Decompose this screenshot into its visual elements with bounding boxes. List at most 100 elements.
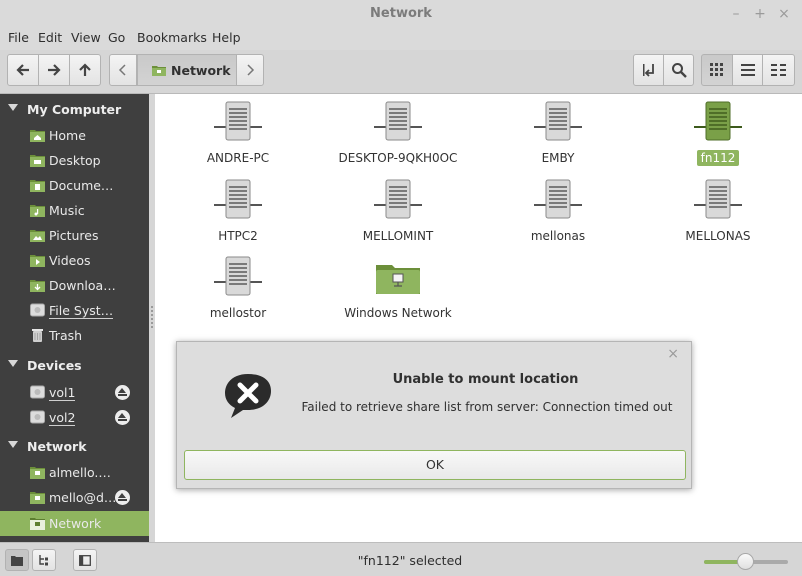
file-item-htpc2[interactable]: HTPC2 <box>173 172 303 243</box>
folder-icon <box>11 555 23 566</box>
eject-icon[interactable] <box>115 490 130 505</box>
menu-bookmarks[interactable]: Bookmarks <box>137 30 207 45</box>
sidebar-item-desktop[interactable]: Desktop <box>0 148 149 173</box>
ok-button[interactable]: OK <box>184 450 686 480</box>
dialog-message: Failed to retrieve share list from serve… <box>301 400 673 414</box>
file-item-mellostor[interactable]: mellostor <box>173 249 303 320</box>
menu-bar: File Edit View Go Bookmarks Help <box>0 28 802 50</box>
sidebar-item-videos[interactable]: Videos <box>0 248 149 273</box>
zoom-slider[interactable] <box>704 553 788 570</box>
menu-file[interactable]: File <box>8 30 29 45</box>
up-button[interactable] <box>69 54 101 86</box>
close-window-button[interactable]: × <box>775 5 793 23</box>
search-button[interactable] <box>663 54 694 86</box>
trash-icon <box>32 329 43 342</box>
file-item-andre-pc[interactable]: ANDRE-PC <box>173 94 303 165</box>
file-name: fn112 <box>653 150 783 166</box>
file-name: HTPC2 <box>218 229 258 243</box>
arrow-up-icon <box>79 63 91 76</box>
computer-server-icon <box>534 101 582 141</box>
minimize-button[interactable]: – <box>727 5 745 23</box>
forward-button[interactable] <box>38 54 70 86</box>
computer-server-icon <box>214 256 262 296</box>
sidebar-item-trash[interactable]: Trash <box>0 323 149 348</box>
pictures-folder-icon <box>30 230 45 242</box>
expander-arrow-icon <box>8 104 18 111</box>
sidebar-item-pictures[interactable]: Pictures <box>0 223 149 248</box>
file-item-desktop-9qkh0oc[interactable]: DESKTOP-9QKH0OC <box>333 94 463 165</box>
computer-server-icon <box>374 101 422 141</box>
menu-go[interactable]: Go <box>108 30 125 45</box>
location-crumb-network[interactable]: Network <box>137 54 237 86</box>
file-name: mellonas <box>530 229 586 243</box>
error-icon <box>225 374 271 418</box>
file-item-windows-network[interactable]: Windows Network <box>333 249 463 320</box>
network-folder-icon <box>376 265 420 294</box>
tree-icon <box>39 555 48 566</box>
sidebar-item-network-share-2[interactable]: mello@d… <box>0 485 149 510</box>
eject-icon[interactable] <box>115 410 130 425</box>
back-button[interactable] <box>7 54 39 86</box>
videos-folder-icon <box>30 255 45 267</box>
file-name: DESKTOP-9QKH0OC <box>338 151 458 165</box>
location-label: Network <box>171 62 231 78</box>
menu-view[interactable]: View <box>71 30 101 45</box>
path-scroll-right-button[interactable] <box>236 54 264 86</box>
sidebar-section-network[interactable]: Network <box>0 433 149 459</box>
file-item-emby[interactable]: EMBY <box>493 94 623 165</box>
documents-folder-icon <box>30 180 45 192</box>
arrow-right-icon <box>48 64 61 76</box>
list-view-button[interactable] <box>732 54 763 86</box>
computer-server-icon <box>694 101 742 141</box>
file-name: ANDRE-PC <box>206 151 270 165</box>
sidebar-item-vol2[interactable]: vol2 <box>0 405 149 430</box>
sidebar-item-label: Network <box>49 516 102 531</box>
mount-error-dialog: × Unable to mount location Failed to ret… <box>176 341 692 489</box>
sidebar-item-label: vol2 <box>49 410 76 426</box>
path-scroll-left-button[interactable] <box>109 54 137 86</box>
sidebar-item-downloads[interactable]: Downloa… <box>0 273 149 298</box>
expander-arrow-icon <box>8 441 18 448</box>
show-tree-button[interactable] <box>32 549 56 571</box>
eject-icon[interactable] <box>115 385 130 400</box>
toolbar: Network <box>0 50 802 94</box>
compact-view-icon <box>770 64 786 76</box>
menu-help[interactable]: Help <box>212 30 241 45</box>
zoom-slider-handle[interactable] <box>737 553 754 570</box>
icon-view-button[interactable] <box>701 54 733 86</box>
sidebar-item-documents[interactable]: Docume… <box>0 173 149 198</box>
sidebar-section-devices[interactable]: Devices <box>0 352 149 378</box>
show-places-button[interactable] <box>5 549 29 571</box>
compact-view-button[interactable] <box>762 54 795 86</box>
network-folder-icon <box>152 66 166 76</box>
sidebar-item-label: Desktop <box>49 153 101 168</box>
sidebar-item-network[interactable]: Network <box>0 511 149 536</box>
dialog-title: Unable to mount location <box>392 372 579 387</box>
sidebar-item-music[interactable]: Music <box>0 198 149 223</box>
sidebar-item-vol1[interactable]: vol1 <box>0 380 149 405</box>
file-item-fn112[interactable]: fn112 <box>653 94 783 166</box>
sidebar-item-label: almello.… <box>49 465 111 480</box>
list-view-icon <box>740 64 755 76</box>
chevron-left-icon <box>118 64 126 76</box>
maximize-button[interactable]: + <box>751 5 769 23</box>
sidebar-item-label: Home <box>49 128 86 143</box>
sidebar-item-label: vol1 <box>49 385 76 401</box>
sidebar-item-network-share-1[interactable]: almello.… <box>0 460 149 485</box>
menu-edit[interactable]: Edit <box>38 30 62 45</box>
toggle-location-entry-button[interactable] <box>633 54 664 86</box>
sidebar-item-home[interactable]: Home <box>0 123 149 148</box>
title-bar: Network – + × <box>0 0 802 28</box>
location-entry-icon <box>642 64 654 77</box>
sidebar-item-file-system[interactable]: File Syst… <box>0 298 149 323</box>
hide-sidebar-button[interactable] <box>73 549 97 571</box>
drive-icon <box>30 410 45 424</box>
dialog-close-button[interactable]: × <box>667 346 679 362</box>
file-item-mellonas-upper[interactable]: MELLONAS <box>653 172 783 243</box>
sidebar-section-my-computer[interactable]: My Computer <box>0 96 149 122</box>
computer-server-icon <box>214 179 262 219</box>
sidebar-section-title: My Computer <box>27 102 122 117</box>
file-item-mellomint[interactable]: MELLOMINT <box>333 172 463 243</box>
file-item-mellonas[interactable]: mellonas <box>493 172 623 243</box>
sidebar-item-label: mello@d… <box>49 490 117 505</box>
